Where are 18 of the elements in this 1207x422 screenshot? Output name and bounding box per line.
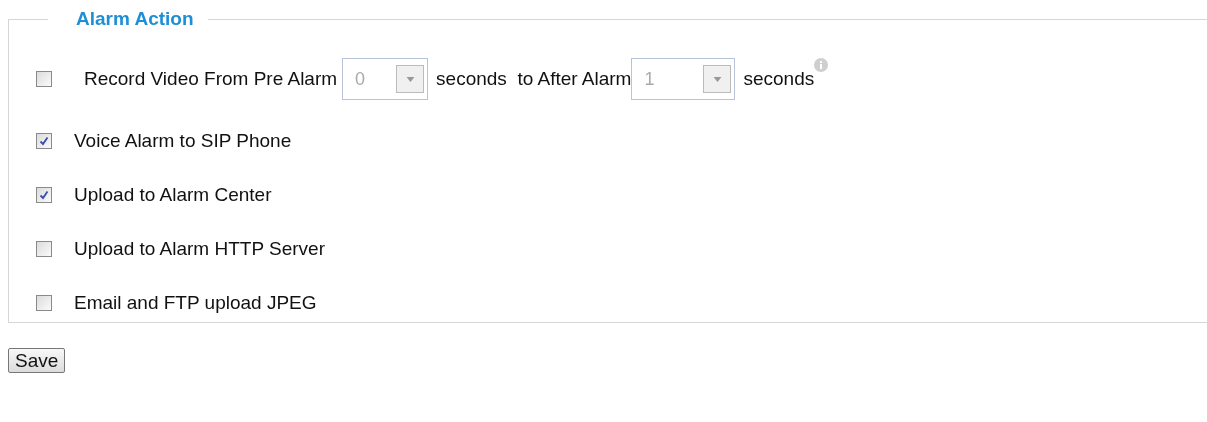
save-button[interactable]: Save bbox=[8, 348, 66, 373]
unit-label: seconds bbox=[743, 68, 815, 90]
check-icon bbox=[38, 189, 50, 201]
checkbox[interactable] bbox=[36, 71, 52, 87]
caret-icon bbox=[405, 76, 415, 82]
checkbox[interactable] bbox=[36, 187, 52, 203]
checkbox[interactable] bbox=[36, 133, 52, 149]
checkbox[interactable] bbox=[36, 241, 52, 257]
option-label: Upload to Alarm Center bbox=[74, 184, 272, 206]
section-title: Alarm Action bbox=[75, 8, 195, 30]
caret-icon bbox=[712, 76, 722, 82]
option-label: seconds to After Alarm bbox=[436, 68, 632, 90]
checkbox[interactable] bbox=[36, 295, 52, 311]
option-label: Email and FTP upload JPEG bbox=[74, 292, 317, 314]
option-label: Upload to Alarm HTTP Server bbox=[74, 238, 325, 260]
check-icon bbox=[38, 135, 50, 147]
option-label: Voice Alarm to SIP Phone bbox=[74, 130, 292, 152]
option-label: Record Video From Pre Alarm bbox=[84, 68, 338, 90]
